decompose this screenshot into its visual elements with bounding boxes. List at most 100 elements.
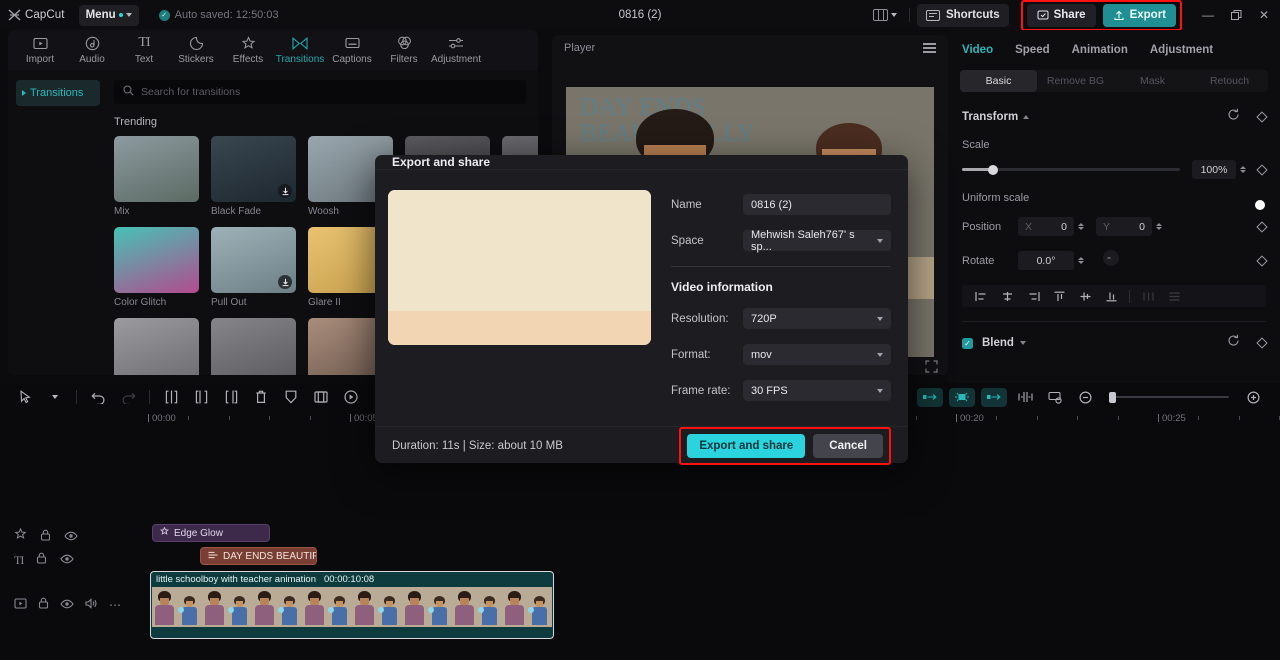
resolution-select[interactable]: 720P: [743, 308, 891, 329]
auto-cut-out-icon[interactable]: [981, 387, 1007, 407]
align-top-icon[interactable]: [1046, 285, 1072, 307]
chevron-down-icon[interactable]: [40, 383, 70, 411]
tab-adjustment[interactable]: Adjustment: [430, 36, 482, 65]
redo-icon[interactable]: [113, 383, 143, 411]
search-input[interactable]: Search for transitions: [141, 86, 240, 98]
split-icon[interactable]: [156, 383, 186, 411]
undo-icon[interactable]: [83, 383, 113, 411]
tab-text[interactable]: TI Text: [118, 35, 170, 65]
tab-import[interactable]: Import: [14, 36, 66, 65]
clip-text[interactable]: DAY ENDS BEAUTIFUL: [200, 547, 317, 565]
hamburger-icon[interactable]: [923, 43, 936, 53]
transition-thumbnail[interactable]: [211, 136, 296, 202]
export-button[interactable]: Export: [1102, 3, 1176, 27]
keyframe-icon[interactable]: [1256, 111, 1268, 123]
chevron-up-icon[interactable]: [1023, 115, 1030, 119]
category-transitions[interactable]: Transitions: [16, 80, 100, 106]
transition-thumbnail[interactable]: [211, 318, 296, 375]
shortcuts-button[interactable]: Shortcuts: [916, 3, 1009, 27]
position-x-field[interactable]: X 0: [1018, 217, 1074, 236]
tab-video[interactable]: Video: [962, 44, 993, 56]
menu-button[interactable]: Menu: [78, 4, 139, 26]
subtab-mask[interactable]: Mask: [1114, 70, 1191, 92]
transition-thumbnail[interactable]: [114, 318, 199, 375]
auto-cut-in-icon[interactable]: [917, 387, 943, 407]
align-middle-icon[interactable]: [1072, 285, 1098, 307]
zoom-in-icon[interactable]: [1238, 383, 1268, 411]
position-y-field[interactable]: Y 0: [1096, 217, 1152, 236]
trim-right-icon[interactable]: [216, 383, 246, 411]
distribute-horizontal-icon[interactable]: [1135, 285, 1161, 307]
maximize-button[interactable]: [1222, 0, 1250, 30]
layout-switch-button[interactable]: [868, 4, 902, 26]
keyframe-view-icon[interactable]: [1040, 383, 1070, 411]
search-bar[interactable]: Search for transitions: [114, 80, 526, 104]
subtab-remove-bg[interactable]: Remove BG: [1037, 70, 1114, 92]
dialog-cancel-button[interactable]: Cancel: [813, 434, 883, 458]
scale-slider-handle[interactable]: [987, 164, 998, 175]
transition-item[interactable]: Pull Out: [211, 227, 296, 308]
auto-cut-mid-icon[interactable]: [949, 387, 975, 407]
lock-icon[interactable]: [38, 596, 49, 614]
zoom-out-icon[interactable]: [1070, 383, 1100, 411]
freeze-icon[interactable]: [276, 383, 306, 411]
scale-stepper[interactable]: [1240, 166, 1246, 173]
close-button[interactable]: ✕: [1250, 0, 1278, 30]
lock-icon[interactable]: [40, 528, 51, 546]
format-select[interactable]: mov: [743, 344, 891, 365]
tab-animation[interactable]: Animation: [1072, 44, 1128, 56]
download-icon[interactable]: [278, 184, 292, 198]
align-left-icon[interactable]: [968, 285, 994, 307]
rotate-keyframe-icon[interactable]: [1256, 254, 1268, 267]
reset-icon[interactable]: [1227, 334, 1240, 352]
align-center-horizontal-icon[interactable]: [994, 285, 1020, 307]
eye-icon[interactable]: [64, 528, 78, 546]
transition-item[interactable]: Black Fade: [211, 136, 296, 217]
transition-thumbnail[interactable]: [211, 227, 296, 293]
tab-effects[interactable]: Effects: [222, 35, 274, 65]
dialog-export-and-share-button[interactable]: Export and share: [687, 434, 806, 458]
eye-icon[interactable]: [60, 596, 74, 614]
align-bottom-icon[interactable]: [1098, 285, 1124, 307]
subtab-retouch[interactable]: Retouch: [1191, 70, 1268, 92]
scale-keyframe-icon[interactable]: [1256, 163, 1268, 176]
transition-thumbnail[interactable]: [114, 136, 199, 202]
tab-transitions[interactable]: Transitions: [274, 36, 326, 65]
reset-icon[interactable]: [1227, 108, 1240, 126]
position-x-stepper[interactable]: [1078, 223, 1084, 230]
transition-item[interactable]: Mix: [114, 136, 199, 217]
position-keyframe-icon[interactable]: [1256, 220, 1268, 233]
crop-icon[interactable]: [306, 383, 336, 411]
fullscreen-icon[interactable]: [925, 360, 938, 373]
eye-icon[interactable]: [60, 551, 74, 569]
name-input[interactable]: 0816 (2): [743, 194, 891, 215]
transition-item[interactable]: Color Glitch: [114, 227, 199, 308]
volume-icon[interactable]: [85, 596, 98, 614]
tab-audio[interactable]: Audio: [66, 36, 118, 65]
chevron-down-icon[interactable]: [1019, 341, 1026, 345]
transition-thumbnail[interactable]: [114, 227, 199, 293]
blend-checkbox[interactable]: ✓: [962, 337, 973, 349]
tab-stickers[interactable]: Stickers: [170, 36, 222, 65]
rotate-value[interactable]: 0.0°: [1018, 251, 1074, 270]
subtab-basic[interactable]: Basic: [960, 70, 1037, 92]
more-icon[interactable]: ⋯: [109, 599, 122, 611]
tab-captions[interactable]: Captions: [326, 36, 378, 65]
space-select[interactable]: Mehwish Saleh767' s sp...: [743, 229, 891, 253]
framerate-select[interactable]: 30 FPS: [743, 380, 891, 401]
share-button[interactable]: Share: [1026, 3, 1096, 27]
speed-icon[interactable]: [336, 383, 366, 411]
tab-adjustment[interactable]: Adjustment: [1150, 44, 1213, 56]
transition-item[interactable]: [211, 318, 296, 375]
align-right-icon[interactable]: [1020, 285, 1046, 307]
scale-slider[interactable]: [962, 164, 1180, 175]
keyframe-icon[interactable]: [1256, 337, 1268, 349]
download-icon[interactable]: [278, 275, 292, 289]
minimize-button[interactable]: —: [1194, 0, 1222, 30]
timeline-zoom-slider[interactable]: [1109, 391, 1229, 403]
timeline-zoom-handle[interactable]: [1109, 391, 1116, 403]
clip-effect[interactable]: Edge Glow: [152, 524, 270, 542]
clip-video[interactable]: little schoolboy with teacher animation …: [150, 571, 554, 639]
rotate-stepper[interactable]: [1078, 257, 1084, 264]
trim-left-icon[interactable]: [186, 383, 216, 411]
